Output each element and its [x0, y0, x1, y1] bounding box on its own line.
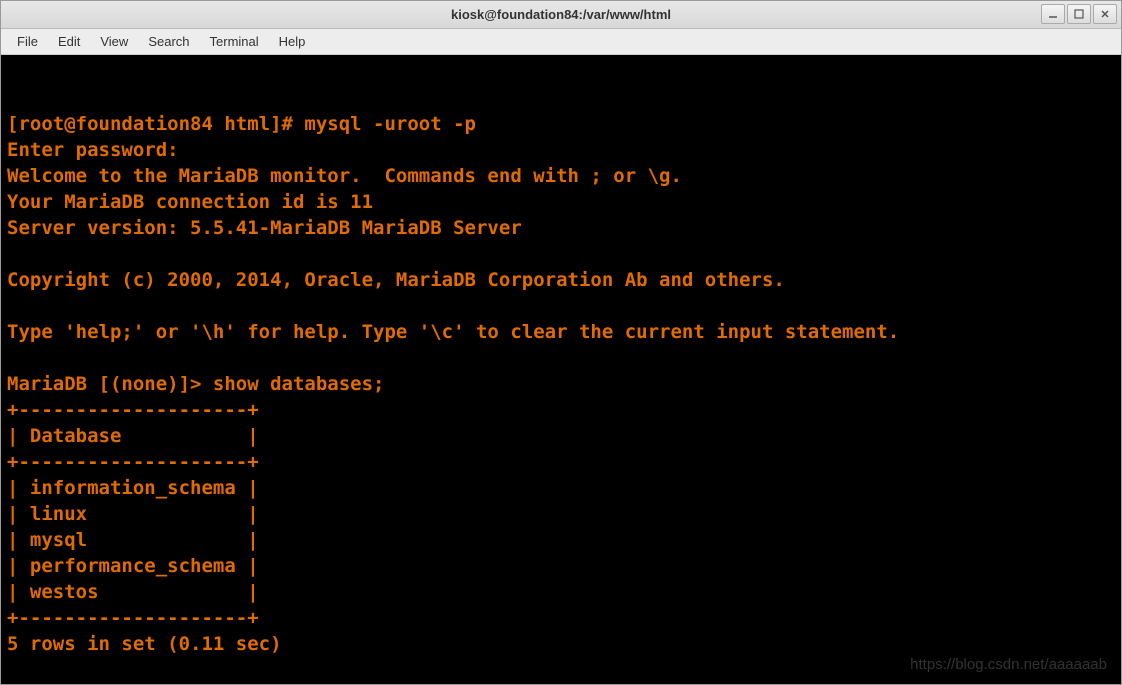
- terminal-window: kiosk@foundation84:/var/www/html File Ed…: [0, 0, 1122, 685]
- minimize-button[interactable]: [1041, 4, 1065, 24]
- terminal-line: | Database |: [7, 423, 1115, 449]
- menu-help[interactable]: Help: [269, 30, 316, 53]
- terminal-line: | westos |: [7, 579, 1115, 605]
- terminal-line: [root@foundation84 html]# mysql -uroot -…: [7, 111, 1115, 137]
- close-button[interactable]: [1093, 4, 1117, 24]
- terminal-line: 5 rows in set (0.11 sec): [7, 631, 1115, 657]
- terminal-line: +--------------------+: [7, 397, 1115, 423]
- terminal-line: | performance_schema |: [7, 553, 1115, 579]
- terminal-line: [7, 345, 1115, 371]
- terminal-output: [root@foundation84 html]# mysql -uroot -…: [7, 111, 1115, 683]
- terminal-area[interactable]: [root@foundation84 html]# mysql -uroot -…: [1, 55, 1121, 684]
- terminal-line: MariaDB [(none)]> show databases;: [7, 371, 1115, 397]
- terminal-line: | linux |: [7, 501, 1115, 527]
- window-controls: [1041, 4, 1117, 24]
- titlebar: kiosk@foundation84:/var/www/html: [1, 1, 1121, 29]
- menu-search[interactable]: Search: [138, 30, 199, 53]
- terminal-line: Server version: 5.5.41-MariaDB MariaDB S…: [7, 215, 1115, 241]
- window-title: kiosk@foundation84:/var/www/html: [451, 7, 671, 22]
- menu-view[interactable]: View: [90, 30, 138, 53]
- maximize-button[interactable]: [1067, 4, 1091, 24]
- terminal-line: [7, 293, 1115, 319]
- terminal-line: Enter password:: [7, 137, 1115, 163]
- menu-edit[interactable]: Edit: [48, 30, 90, 53]
- terminal-line: [7, 241, 1115, 267]
- menu-file[interactable]: File: [7, 30, 48, 53]
- menu-terminal[interactable]: Terminal: [200, 30, 269, 53]
- terminal-line: Copyright (c) 2000, 2014, Oracle, MariaD…: [7, 267, 1115, 293]
- terminal-line: Type 'help;' or '\h' for help. Type '\c'…: [7, 319, 1115, 345]
- terminal-line: | information_schema |: [7, 475, 1115, 501]
- terminal-line: Your MariaDB connection id is 11: [7, 189, 1115, 215]
- terminal-line: Welcome to the MariaDB monitor. Commands…: [7, 163, 1115, 189]
- menubar: File Edit View Search Terminal Help: [1, 29, 1121, 55]
- terminal-line: | mysql |: [7, 527, 1115, 553]
- terminal-line: +--------------------+: [7, 605, 1115, 631]
- watermark-text: https://blog.csdn.net/aaaaaab: [910, 655, 1107, 676]
- terminal-line: +--------------------+: [7, 449, 1115, 475]
